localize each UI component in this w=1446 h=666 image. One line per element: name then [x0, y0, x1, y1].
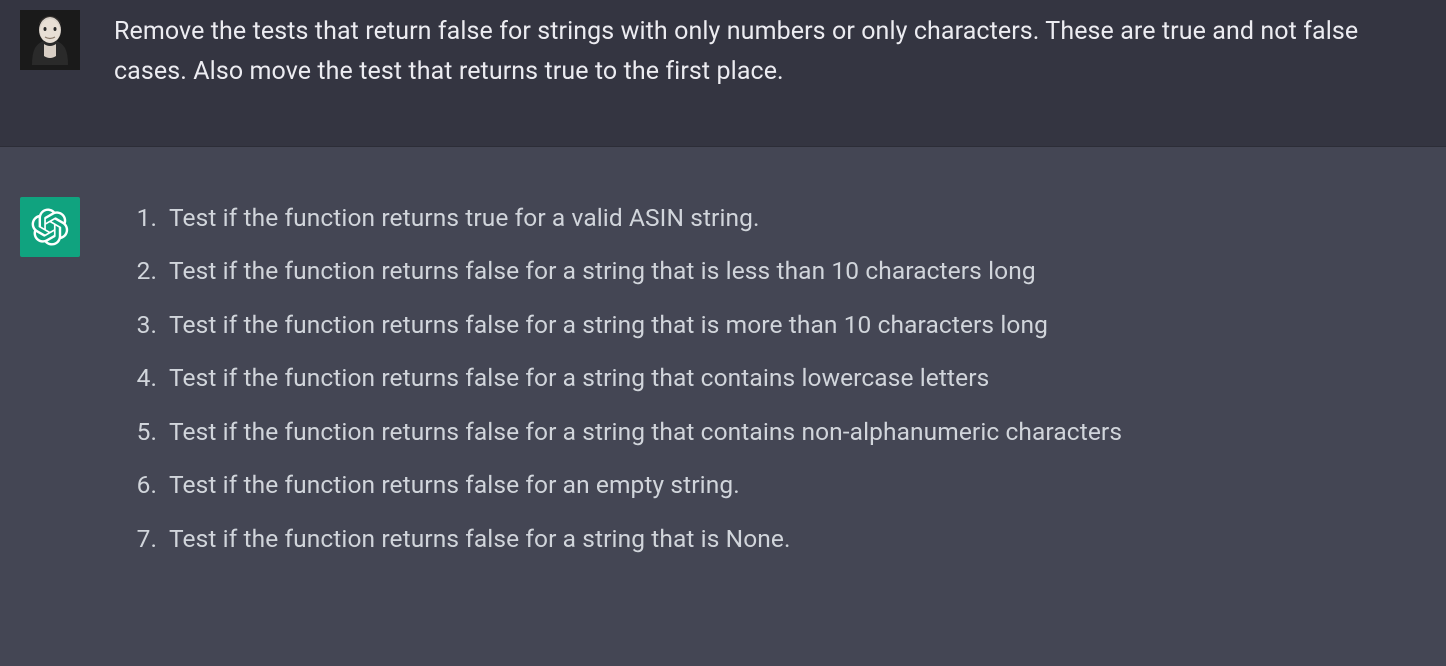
user-avatar [20, 10, 80, 70]
assistant-message-content: Test if the function returns true for a … [104, 197, 1426, 573]
user-message-content: Remove the tests that return false for s… [104, 10, 1426, 92]
assistant-response-list: Test if the function returns true for a … [114, 199, 1426, 558]
list-item: Test if the function returns false for a… [169, 252, 1426, 290]
user-message-text: Remove the tests that return false for s… [114, 12, 1426, 92]
openai-logo-icon [31, 208, 69, 246]
list-item: Test if the function returns false for a… [169, 359, 1426, 397]
person-icon [20, 10, 80, 70]
list-item: Test if the function returns false for a… [169, 466, 1426, 504]
assistant-avatar [20, 197, 80, 257]
user-message-block: Remove the tests that return false for s… [0, 0, 1446, 147]
assistant-message-block: Test if the function returns true for a … [0, 147, 1446, 593]
list-item: Test if the function returns false for a… [169, 306, 1426, 344]
list-item: Test if the function returns false for a… [169, 520, 1426, 558]
list-item: Test if the function returns false for a… [169, 413, 1426, 451]
list-item: Test if the function returns true for a … [169, 199, 1426, 237]
